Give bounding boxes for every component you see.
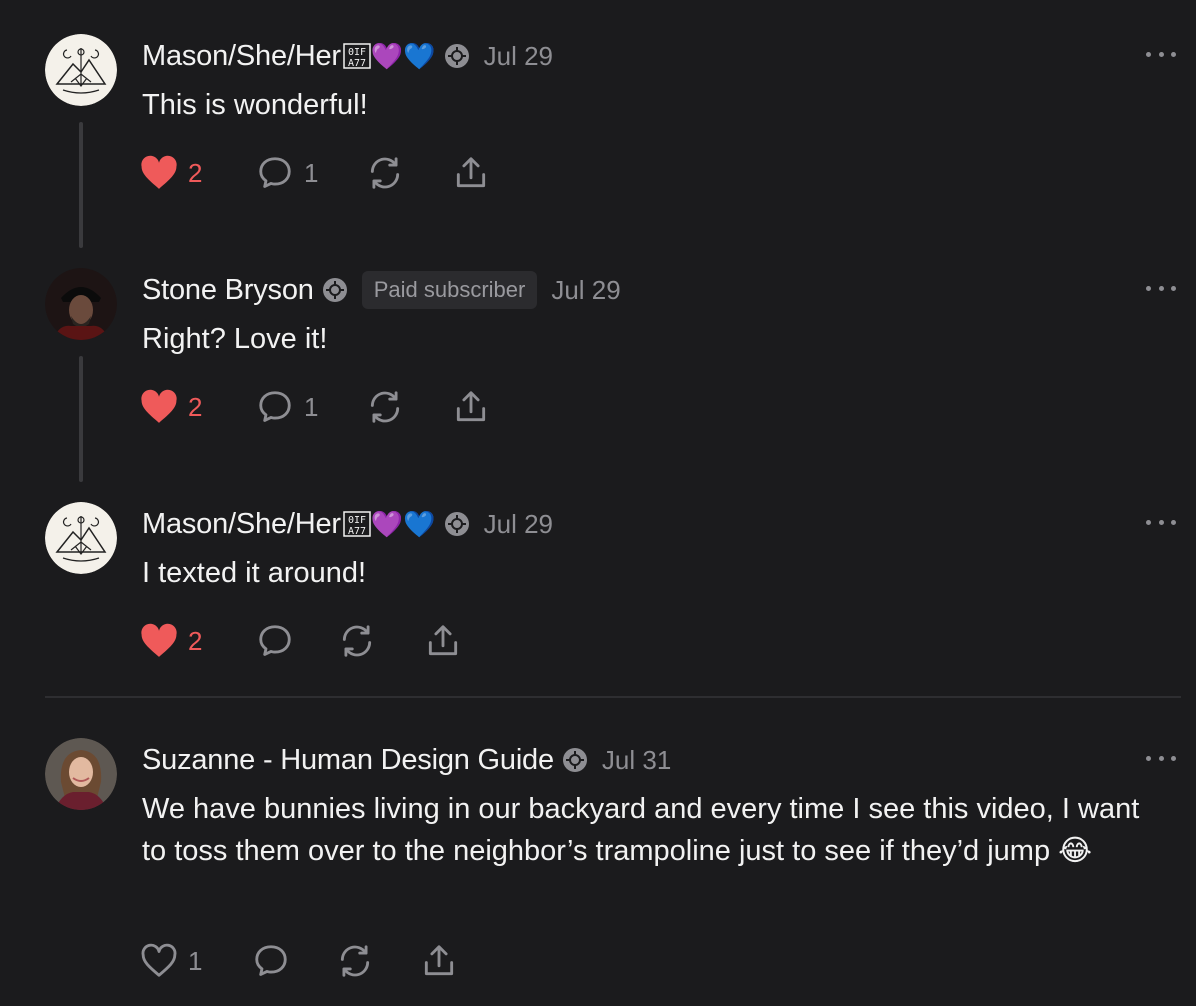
- restack-icon: [370, 391, 400, 423]
- heart-emojis: 💜💙: [370, 508, 436, 539]
- avatar[interactable]: [45, 502, 117, 574]
- comment-header: Suzanne - Human Design Guide Jul 31: [142, 740, 671, 780]
- like-count: 2: [188, 391, 203, 422]
- restack-button[interactable]: [336, 941, 374, 981]
- restack-button[interactable]: [366, 153, 404, 193]
- more-options-icon[interactable]: [1146, 48, 1176, 60]
- flag-glyph-icon: 0IF A77: [343, 41, 371, 71]
- author-name[interactable]: Stone Bryson: [142, 274, 314, 307]
- share-button[interactable]: [424, 621, 462, 661]
- share-icon: [456, 391, 486, 422]
- reply-button[interactable]: 1: [256, 153, 318, 193]
- thread-line: [79, 356, 83, 482]
- supporter-badge-icon: [444, 511, 470, 537]
- like-button[interactable]: 2: [140, 153, 202, 193]
- like-count: 2: [188, 157, 203, 188]
- comment-date[interactable]: Jul 29: [551, 275, 620, 306]
- comment-header: Stone Bryson Paid subscriber Jul 29: [142, 270, 621, 310]
- comment-bubble-icon: [259, 157, 291, 188]
- restack-icon: [340, 945, 370, 977]
- like-button[interactable]: 2: [140, 387, 202, 427]
- comment-text: Right? Love it!: [142, 323, 328, 355]
- comment-bubble-icon: [259, 391, 291, 422]
- share-button[interactable]: [452, 387, 490, 427]
- supporter-badge-icon: [322, 277, 348, 303]
- comment-thread: Mason/She/Her 0IF A77 💜💙 Jul 29 This is …: [0, 0, 1196, 1006]
- thread-divider: [45, 696, 1181, 698]
- supporter-badge-icon: [562, 747, 588, 773]
- comment-text: This is wonderful!: [142, 89, 368, 121]
- share-button[interactable]: [452, 153, 490, 193]
- avatar[interactable]: [45, 268, 117, 340]
- comment-date[interactable]: Jul 29: [484, 41, 553, 72]
- reply-count: 1: [304, 391, 319, 422]
- like-button[interactable]: 1: [140, 941, 202, 981]
- reply-button[interactable]: [252, 941, 290, 981]
- restack-button[interactable]: [338, 621, 376, 661]
- svg-text:A77: A77: [348, 58, 366, 69]
- svg-text:0IF: 0IF: [348, 515, 366, 526]
- more-options-icon[interactable]: [1146, 282, 1176, 294]
- comment-date[interactable]: Jul 29: [484, 509, 553, 540]
- share-icon: [456, 157, 486, 188]
- restack-icon: [342, 625, 372, 657]
- share-icon: [424, 945, 454, 976]
- author-name[interactable]: Suzanne - Human Design Guide: [142, 744, 554, 777]
- more-options-icon[interactable]: [1146, 516, 1176, 528]
- reply-button[interactable]: [256, 621, 294, 661]
- share-button[interactable]: [420, 941, 458, 981]
- reply-button[interactable]: 1: [256, 387, 318, 427]
- avatar[interactable]: [45, 738, 117, 810]
- comment-bubble-icon: [255, 945, 287, 976]
- svg-text:0IF: 0IF: [348, 47, 366, 58]
- comment-header: Mason/She/Her 0IF A77 💜💙 Jul 29: [142, 504, 553, 544]
- heart-outline-icon: [141, 943, 177, 977]
- like-button[interactable]: 2: [140, 621, 202, 661]
- comment-text: I texted it around!: [142, 557, 367, 589]
- supporter-badge-icon: [444, 43, 470, 69]
- comment-bubble-icon: [259, 625, 291, 656]
- comment-date[interactable]: Jul 31: [602, 745, 671, 776]
- avatar[interactable]: [45, 34, 117, 106]
- reply-count: 1: [304, 157, 319, 188]
- heart-filled-icon: [141, 389, 177, 423]
- share-icon: [428, 625, 458, 656]
- restack-button[interactable]: [366, 387, 404, 427]
- svg-text:A77: A77: [348, 526, 366, 537]
- author-name[interactable]: Mason/She/Her: [142, 40, 341, 73]
- author-name[interactable]: Mason/She/Her: [142, 508, 341, 541]
- comment-text: We have bunnies living in our backyard a…: [142, 793, 1140, 867]
- restack-icon: [370, 157, 400, 189]
- heart-filled-icon: [141, 155, 177, 189]
- comment-header: Mason/She/Her 0IF A77 💜💙 Jul 29: [142, 36, 553, 76]
- thread-line: [79, 122, 83, 248]
- heart-filled-icon: [141, 623, 177, 657]
- flag-glyph-icon: 0IF A77: [343, 509, 371, 539]
- paid-subscriber-badge: Paid subscriber: [361, 271, 538, 309]
- like-count: 2: [188, 625, 203, 656]
- like-count: 1: [188, 945, 203, 976]
- more-options-icon[interactable]: [1146, 752, 1176, 764]
- heart-emojis: 💜💙: [370, 40, 436, 71]
